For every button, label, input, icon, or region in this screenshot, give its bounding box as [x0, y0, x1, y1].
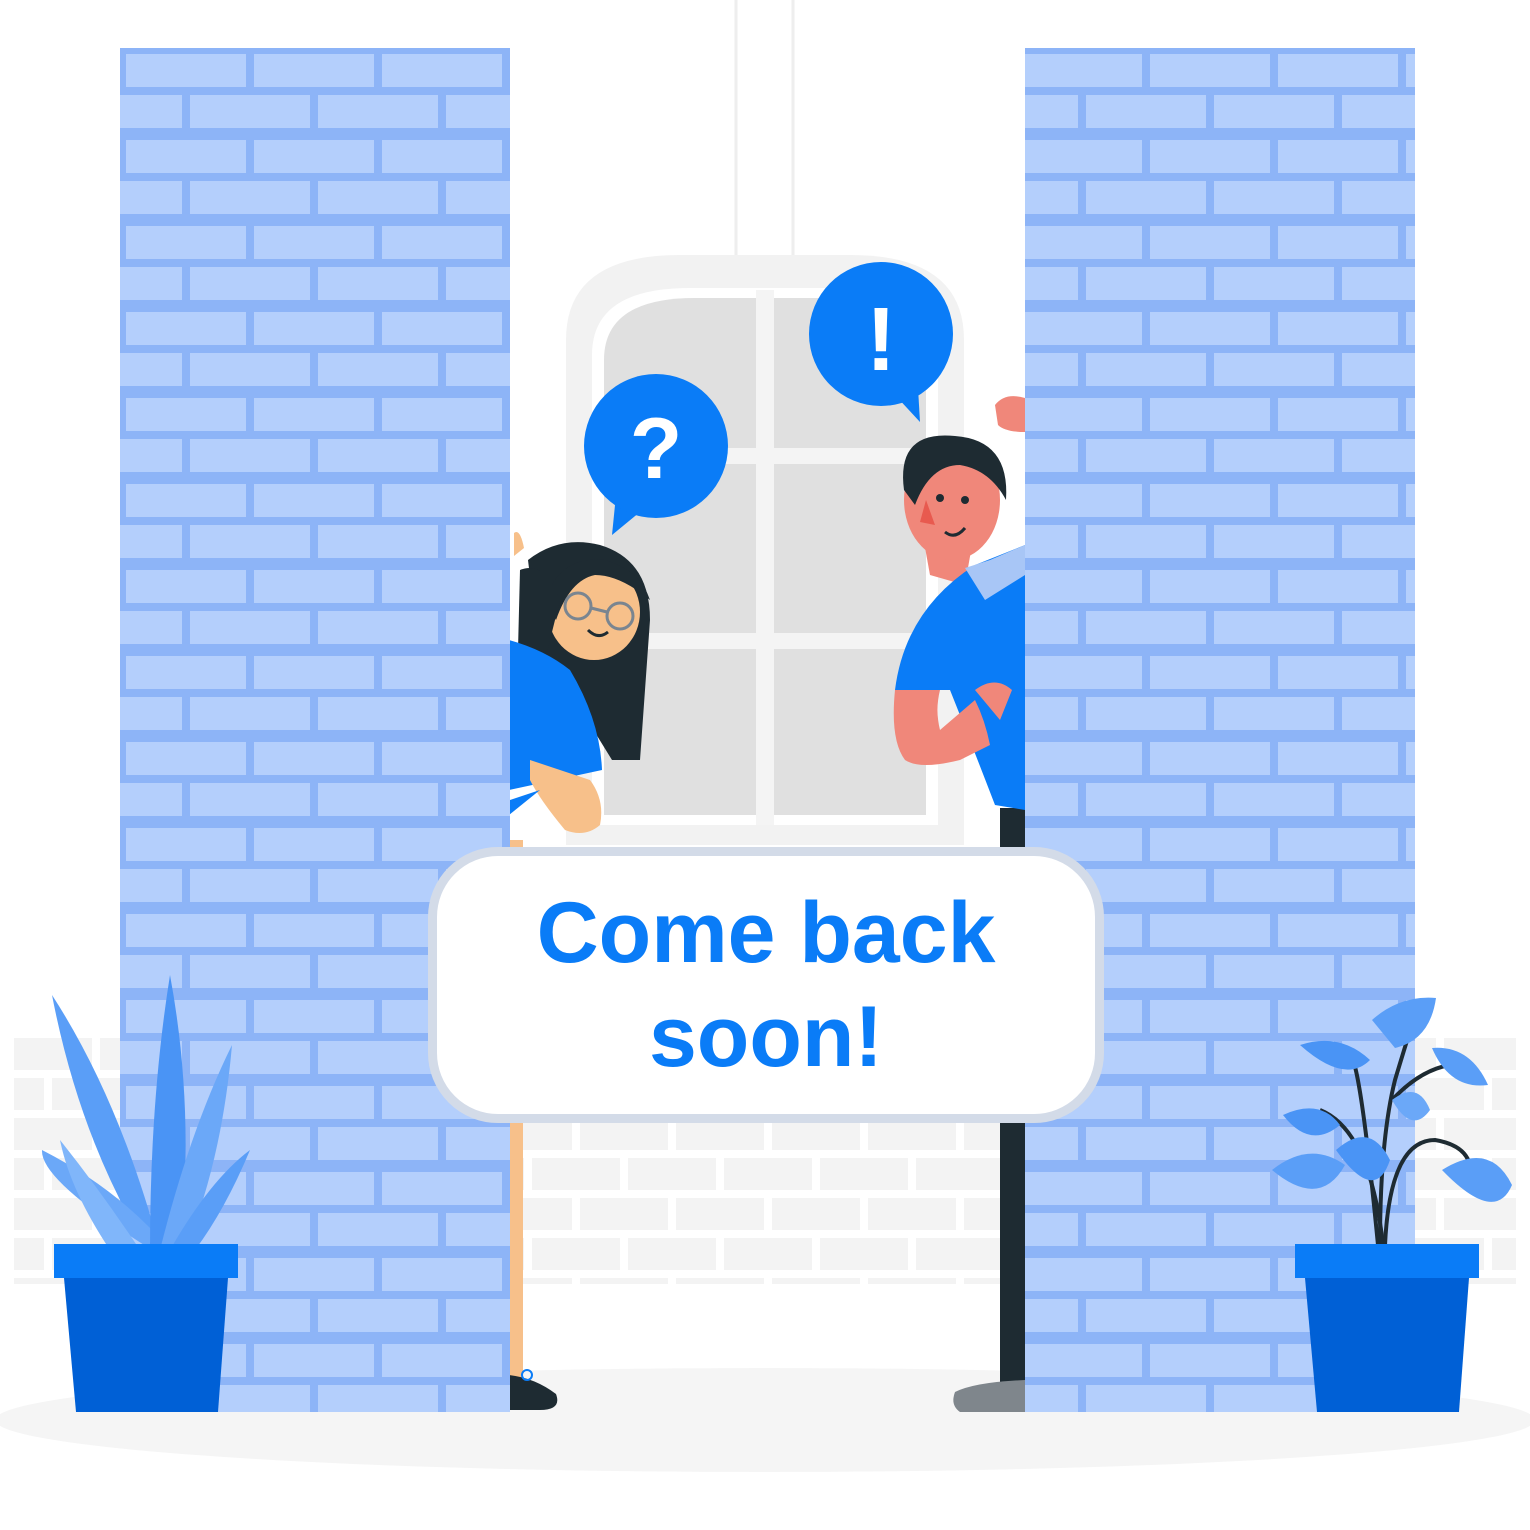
- scene-illustration: ? !: [0, 0, 1530, 1530]
- sign-text: Come back soon!: [536, 885, 996, 1085]
- right-brick-pillar: [1025, 48, 1415, 1412]
- exclamation-mark: !: [866, 290, 896, 390]
- right-plant-pot: [1295, 1244, 1479, 1412]
- question-mark: ?: [630, 401, 683, 497]
- come-back-sign: Come back soon!: [428, 847, 1104, 1123]
- left-plant-pot: [54, 1244, 238, 1412]
